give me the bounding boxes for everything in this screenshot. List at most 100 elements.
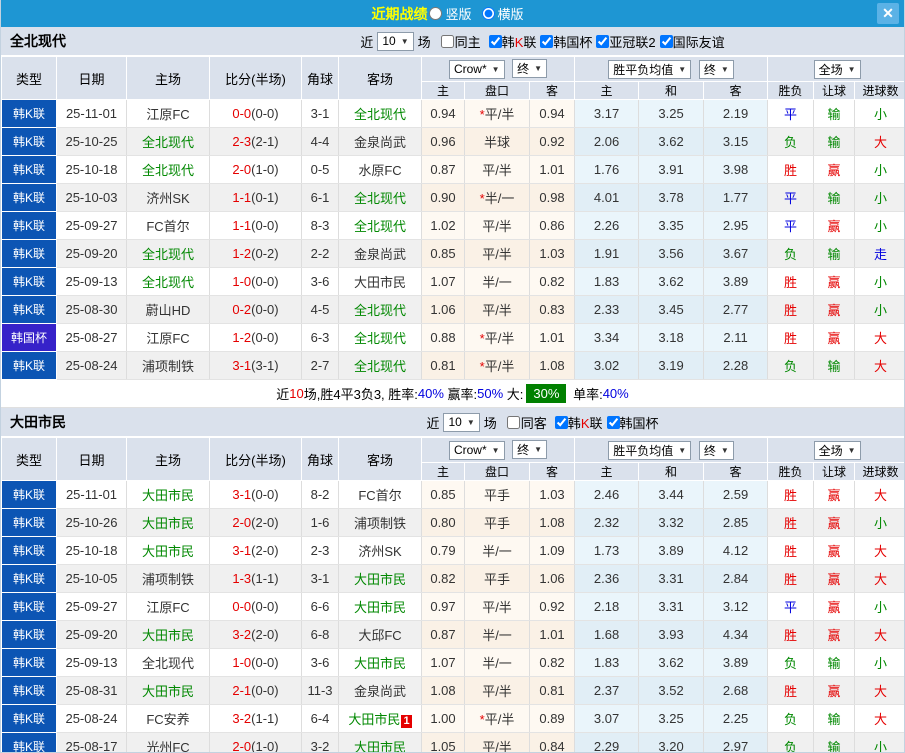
horizontal-layout-radio[interactable]	[481, 7, 495, 20]
close-button[interactable]: ✕	[877, 3, 899, 24]
league-checkbox[interactable]	[540, 34, 554, 48]
league-filter-option[interactable]: 韩K联	[551, 413, 603, 432]
same-venue-checkbox[interactable]	[506, 415, 520, 429]
goals-cell: 大	[854, 480, 904, 509]
league-label: 国际友谊	[672, 34, 725, 50]
home-team-name: 济州SK	[146, 191, 190, 206]
col-header-handicap: 盘口	[464, 462, 530, 481]
col-header-odds-away: 客	[528, 81, 576, 100]
odds-stage-select[interactable]: 终 ▼	[512, 59, 548, 79]
league-filter-option[interactable]: 韩K联	[485, 32, 536, 51]
avg-home-cell: 2.26	[574, 211, 640, 240]
league-filter-option[interactable]: 韩国杯	[536, 32, 592, 51]
col-header-avg-draw: 和	[638, 462, 705, 481]
handicap-cell: 平/半	[464, 295, 530, 324]
handicap-home-odds-cell: 1.07	[421, 648, 465, 677]
corner-cell: 0-5	[301, 155, 339, 184]
titlebar: 近期战绩 竖版 横版 ✕	[1, 0, 904, 27]
goals-cell: 大	[854, 127, 904, 156]
table-row: 韩K联 25-09-20 全北现代 1-2(0-2) 2-2 金泉尚武 0.85 平/半 1.0…	[1, 239, 904, 268]
result-cell: 平	[767, 211, 815, 240]
table-row: 韩K联 25-09-20 大田市民 3-2(2-0) 6-8 大邱FC 0.87 半/一 1.0…	[1, 620, 904, 649]
avg-home-cell: 3.02	[574, 351, 640, 380]
result-cell: 平	[767, 592, 815, 621]
avg-odds-select[interactable]: 胜平负均值 ▼	[608, 59, 692, 79]
odds-stage-select[interactable]: 终 ▼	[512, 440, 548, 460]
handicap-result-cell: 赢	[813, 592, 856, 621]
home-team-cell: 光州FC	[126, 732, 210, 752]
away-team-cell: 全北现代	[338, 351, 422, 380]
games-count-select[interactable]: 10 ▼	[443, 412, 480, 432]
league-checkbox[interactable]	[554, 415, 568, 429]
chevron-down-icon: ▼	[678, 64, 687, 74]
league-checkbox[interactable]	[596, 34, 610, 48]
score-cell: 3-1(3-1)	[209, 351, 302, 380]
avg-odds-select[interactable]: 胜平负均值 ▼	[608, 440, 692, 460]
league-checkbox[interactable]	[606, 415, 620, 429]
league-checkbox[interactable]	[659, 34, 673, 48]
away-team-cell: 大田市民	[338, 648, 422, 677]
horizontal-layout-option[interactable]: 横版	[481, 4, 524, 23]
league-filter-option[interactable]: 亚冠联2	[592, 32, 656, 51]
home-team-cell: 大田市民	[126, 536, 210, 565]
avg-stage-select[interactable]: 终 ▼	[698, 440, 734, 460]
league-checkbox[interactable]	[488, 34, 502, 48]
bookmaker-select[interactable]: Crow* ▼	[448, 440, 505, 460]
games-count-select[interactable]: 10 ▼	[377, 31, 414, 51]
table-row: 韩K联 25-09-13 全北现代 1-0(0-0) 3-6 大田市民 1.07 半/一 0.8…	[1, 267, 904, 296]
col-header-date: 日期	[56, 56, 127, 100]
handicap-result-cell: 输	[813, 99, 856, 128]
handicap-result-cell: 输	[813, 183, 856, 212]
same-venue-option[interactable]: 同客	[501, 413, 547, 432]
result-cell: 负	[767, 704, 815, 733]
chevron-down-icon: ▼	[400, 36, 409, 46]
handicap-away-odds-cell: 1.09	[529, 536, 576, 565]
avg-group-header: 胜平负均值 ▼ 终 ▼	[574, 56, 769, 82]
avg-home-cell: 1.73	[574, 536, 640, 565]
avg-away-cell: 2.85	[703, 508, 769, 537]
same-venue-option[interactable]: 同主	[435, 32, 481, 51]
handicap-cell: 平/半	[464, 676, 530, 705]
summary-part: 赢率:	[443, 387, 478, 402]
league-filter-option[interactable]: 国际友谊	[656, 32, 725, 51]
handicap-cell: 平/半	[464, 155, 530, 184]
avg-draw-cell: 3.62	[638, 127, 705, 156]
avg-stage-select[interactable]: 终 ▼	[698, 59, 734, 79]
match-scope-select[interactable]: 全场 ▼	[813, 440, 861, 460]
score-cell: 2-1(0-0)	[209, 676, 302, 705]
goals-cell: 小	[854, 99, 904, 128]
table-row: 韩K联 25-10-25 全北现代 2-3(2-1) 4-4 金泉尚武 0.96 半球 0.92…	[1, 127, 904, 156]
away-team-name: 全北现代	[353, 191, 406, 206]
halftime-score: (0-0)	[251, 599, 279, 614]
col-header-handicap-result: 让球	[813, 462, 856, 481]
match-scope-select[interactable]: 全场 ▼	[813, 59, 861, 79]
handicap-home-odds-cell: 0.79	[421, 536, 465, 565]
avg-home-cell: 3.34	[574, 323, 640, 352]
avg-away-cell: 2.97	[703, 732, 769, 752]
chevron-down-icon: ▼	[466, 417, 475, 427]
avg-away-cell: 3.89	[703, 267, 769, 296]
col-header-goals: 进球数	[854, 81, 904, 100]
league-filter-option[interactable]: 韩国杯	[603, 413, 659, 432]
vertical-layout-radio[interactable]	[429, 7, 443, 20]
handicap-home-odds-cell: 1.06	[421, 295, 465, 324]
avg-away-cell: 2.59	[703, 480, 769, 509]
handicap-result-cell: 赢	[813, 480, 856, 509]
handicap-away-odds-cell: 0.89	[529, 704, 576, 733]
bookmaker-select[interactable]: Crow* ▼	[448, 59, 505, 79]
home-team-name: 江原FC	[146, 331, 190, 346]
league-filter-group: 韩K联 韩国杯	[551, 413, 659, 432]
score-cell: 1-2(0-2)	[209, 239, 302, 268]
handicap-cell: 半/一	[464, 648, 530, 677]
away-team-cell: 大田市民 1	[338, 704, 422, 733]
vertical-layout-option[interactable]: 竖版	[429, 4, 472, 23]
same-venue-checkbox[interactable]	[440, 34, 454, 48]
col-header-odds-home: 主	[421, 81, 465, 100]
result-cell: 胜	[767, 676, 815, 705]
away-team-name: 大田市民	[353, 656, 406, 671]
away-team-cell: 浦项制铁	[338, 508, 422, 537]
avg-draw-cell: 3.19	[638, 351, 705, 380]
result-cell: 负	[767, 648, 815, 677]
games-unit-label: 场	[483, 415, 497, 431]
corner-cell: 4-4	[301, 127, 339, 156]
